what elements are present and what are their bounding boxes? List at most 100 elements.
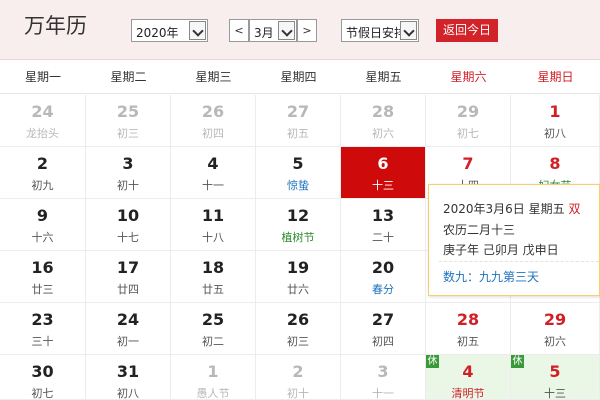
day-number: 25 — [201, 310, 225, 329]
lunar-date: 惊蛰 — [287, 179, 309, 192]
day-cell[interactable]: 28 初六 — [341, 95, 426, 147]
weekday-label: 星期日 — [537, 70, 574, 84]
day-cell[interactable]: 3 十一 — [341, 355, 426, 400]
day-number: 4 — [462, 362, 474, 381]
day-number: 16 — [31, 258, 54, 277]
day-cell[interactable]: 5 惊蛰 — [256, 147, 341, 199]
day-number: 8 — [549, 154, 561, 173]
lunar-date: 廿五 — [202, 283, 224, 296]
day-cell[interactable]: 休 5 十三 — [511, 355, 600, 400]
day-number: 13 — [371, 206, 395, 225]
lunar-date: 愚人节 — [196, 387, 230, 400]
month-select-value: 3月 — [254, 26, 274, 40]
day-number: 1 — [549, 102, 561, 121]
lunar-date: 十三 — [372, 179, 394, 192]
day-cell[interactable]: 26 初三 — [256, 303, 341, 355]
day-number: 28 — [371, 102, 395, 121]
day-cell[interactable]: 24 龙抬头 — [0, 95, 86, 147]
day-cell[interactable]: 26 初四 — [171, 95, 256, 147]
lunar-date: 十七 — [117, 231, 139, 244]
day-number: 30 — [31, 362, 54, 381]
day-cell[interactable]: 13 二十 — [341, 199, 426, 251]
day-cell[interactable]: 28 初五 — [426, 303, 511, 355]
popup-date: 2020年3月6日 星期五 — [443, 202, 565, 216]
day-cell[interactable]: 31 初八 — [86, 355, 171, 400]
chevron-down-icon[interactable] — [278, 21, 295, 40]
day-number: 4 — [207, 154, 219, 173]
day-number: 12 — [286, 206, 310, 225]
day-number: 23 — [31, 310, 54, 329]
prev-month-button[interactable]: < — [229, 19, 249, 42]
lunar-date: 初二 — [202, 335, 224, 348]
lunar-date: 初七 — [31, 387, 54, 400]
day-number: 20 — [371, 258, 395, 277]
lunar-date: 廿六 — [287, 283, 309, 296]
day-number: 26 — [201, 102, 225, 121]
lunar-date: 十六 — [31, 231, 54, 244]
day-cell[interactable]: 29 初七 — [426, 95, 511, 147]
day-cell[interactable]: 9 十六 — [0, 199, 86, 251]
lunar-date: 十八 — [202, 231, 224, 244]
lunar-date: 初四 — [372, 335, 394, 348]
day-cell[interactable]: 休 4 清明节 — [426, 355, 511, 400]
weekday-label: 星期一 — [24, 70, 61, 84]
day-cell[interactable]: 19 廿六 — [256, 251, 341, 303]
day-number: 24 — [116, 310, 140, 329]
day-cell[interactable]: 4 十一 — [171, 147, 256, 199]
lunar-date: 清明节 — [451, 387, 485, 400]
day-cell[interactable]: 6 十三 — [341, 147, 426, 199]
day-number: 17 — [116, 258, 140, 277]
lunar-date: 初十 — [287, 387, 309, 400]
day-number: 19 — [286, 258, 310, 277]
app-title: 万年历 — [24, 14, 87, 38]
lunar-date: 二十 — [372, 231, 394, 244]
day-cell[interactable]: 20 春分 — [341, 251, 426, 303]
day-cell[interactable]: 23 三十 — [0, 303, 86, 355]
popup-lunar-date: 农历二月十三 — [443, 223, 516, 237]
day-cell[interactable]: 16 廿三 — [0, 251, 86, 303]
day-cell[interactable]: 27 初四 — [341, 303, 426, 355]
day-cell[interactable]: 10 十七 — [86, 199, 171, 251]
day-cell[interactable]: 11 十八 — [171, 199, 256, 251]
return-today-button[interactable]: 返回今日 — [436, 19, 498, 42]
day-cell[interactable]: 25 初三 — [86, 95, 171, 147]
month-select[interactable]: 3月 — [249, 19, 297, 42]
day-number: 5 — [549, 362, 561, 381]
day-number: 1 — [207, 362, 219, 381]
lunar-date: 十一 — [372, 387, 394, 400]
day-cell[interactable]: 24 初一 — [86, 303, 171, 355]
day-cell[interactable]: 27 初五 — [256, 95, 341, 147]
chevron-down-icon[interactable] — [189, 21, 206, 40]
day-cell[interactable]: 30 初七 — [0, 355, 86, 400]
next-month-button[interactable]: > — [297, 19, 317, 42]
day-number: 27 — [371, 310, 395, 329]
popup-date-line: 2020年3月6日 星期五 双 — [443, 200, 580, 217]
lunar-date: 初三 — [287, 335, 309, 348]
day-number: 29 — [543, 310, 567, 329]
day-cell[interactable]: 25 初二 — [171, 303, 256, 355]
day-cell[interactable]: 12 植树节 — [256, 199, 341, 251]
holiday-select[interactable]: 节假日安排 — [341, 19, 419, 42]
day-cell[interactable]: 17 廿四 — [86, 251, 171, 303]
popup-holiday-tag: 双 — [568, 202, 581, 216]
weekday-label: 星期五 — [365, 70, 402, 84]
lunar-date: 初五 — [287, 127, 309, 140]
day-number: 9 — [36, 206, 49, 225]
day-cell[interactable]: 3 初十 — [86, 147, 171, 199]
day-cell[interactable]: 1 愚人节 — [171, 355, 256, 400]
day-cell[interactable]: 2 初十 — [256, 355, 341, 400]
year-select-value: 2020年 — [136, 26, 179, 40]
day-number: 2 — [292, 362, 304, 381]
day-cell[interactable]: 1 初八 — [511, 95, 600, 147]
day-cell[interactable]: 2 初九 — [0, 147, 86, 199]
day-cell[interactable]: 18 廿五 — [171, 251, 256, 303]
lunar-date: 十三 — [544, 387, 566, 400]
year-select[interactable]: 2020年 — [131, 19, 208, 42]
lunar-date: 植树节 — [281, 231, 315, 244]
chevron-down-icon[interactable] — [400, 21, 417, 40]
lunar-date: 初八 — [117, 387, 139, 400]
day-cell[interactable]: 29 初六 — [511, 303, 600, 355]
lunar-date: 初一 — [117, 335, 139, 348]
lunar-date: 廿四 — [117, 283, 139, 296]
day-number: 2 — [36, 154, 49, 173]
